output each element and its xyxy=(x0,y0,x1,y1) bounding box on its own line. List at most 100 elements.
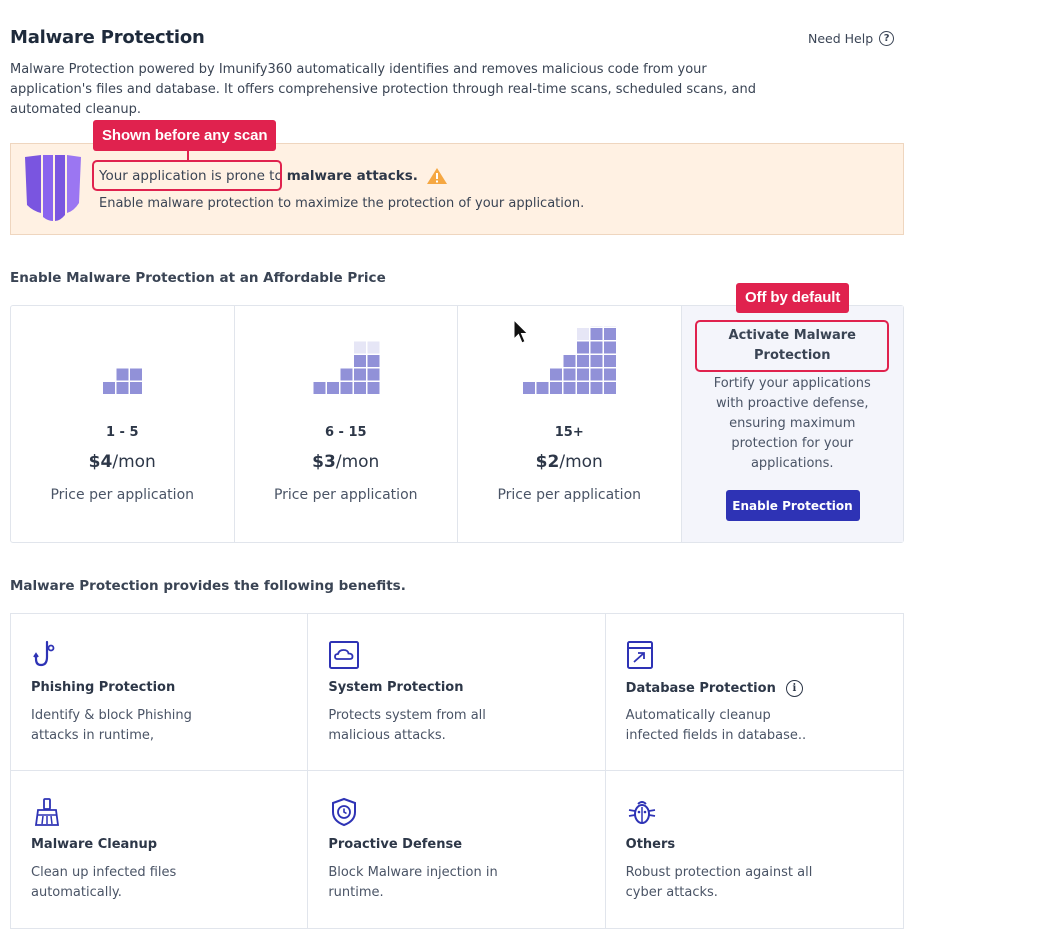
database-window-icon xyxy=(626,641,653,669)
cloud-window-icon xyxy=(329,641,360,669)
alert-subtext: Enable malware protection to maximize th… xyxy=(99,196,585,211)
bar-block xyxy=(523,382,535,394)
activate-description: Fortify your applications with proactive… xyxy=(713,376,871,471)
bar-block xyxy=(130,382,142,394)
bar-block xyxy=(116,368,129,381)
bar-block xyxy=(563,355,576,367)
tier-price: $4/mon xyxy=(11,452,234,472)
pricing-tier-1: 1 - 5 $4/mon Price per application xyxy=(11,306,235,542)
benefits-section-title: Malware Protection provides the followin… xyxy=(10,578,406,594)
benefit-title-text: Phishing Protection xyxy=(31,680,176,695)
tier-range: 6 - 15 xyxy=(324,425,367,440)
bar-block xyxy=(130,368,142,381)
bar-block xyxy=(590,382,603,394)
mouse-cursor-icon xyxy=(513,319,529,344)
highlight-box-activate xyxy=(695,320,889,372)
benefit-title: System Protection xyxy=(328,680,463,695)
hook-icon xyxy=(33,640,55,667)
benefit-description: Automatically cleanup infected fields in… xyxy=(625,708,807,743)
bar-block xyxy=(577,382,589,394)
bar-block xyxy=(340,382,352,394)
shield-icon xyxy=(25,155,81,221)
tier-range: 1 - 5 xyxy=(105,425,139,440)
bars-large-icon xyxy=(523,326,616,394)
bar-block xyxy=(367,341,379,354)
need-help-label: Need Help xyxy=(808,31,874,46)
benefit-description: Protects system from all malicious attac… xyxy=(328,708,486,743)
benefit-description: Clean up infected files automatically. xyxy=(31,865,177,900)
benefit-title-text: Proactive Defense xyxy=(328,837,463,852)
intro-text: Malware Protection powered by Imunify360… xyxy=(10,62,757,117)
bar-block xyxy=(577,328,589,340)
pricing-tier-2: 6 - 15 $3/mon Price per application xyxy=(235,306,458,542)
bar-block xyxy=(550,382,562,394)
bar-block xyxy=(590,328,603,340)
bar-block xyxy=(313,382,325,394)
broom-icon xyxy=(34,798,60,826)
bar-block xyxy=(367,355,379,367)
benefit-title: Phishing Protection xyxy=(31,680,175,695)
bar-block xyxy=(604,368,616,381)
bar-block xyxy=(604,382,616,394)
bar-block xyxy=(367,368,379,381)
bar-block xyxy=(563,382,576,394)
benefit-card-proactive: Proactive Defense Block Malware injectio… xyxy=(308,771,606,928)
tier-range: 15+ xyxy=(554,425,584,440)
benefit-title-text: Database Protection xyxy=(625,681,776,696)
tier-price-amount: $3 xyxy=(312,452,336,472)
bar-block xyxy=(536,382,549,394)
benefit-title-text: Malware Cleanup xyxy=(31,837,158,852)
need-help-link[interactable]: Need Help ? xyxy=(808,31,895,46)
bar-block xyxy=(590,326,603,327)
benefit-description: Robust protection against all cyber atta… xyxy=(625,865,813,900)
callout-stem xyxy=(187,150,189,161)
bar-block xyxy=(590,368,603,381)
page-title: Malware Protection xyxy=(10,27,205,48)
enable-protection-button[interactable]: Enable Protection xyxy=(725,490,860,521)
bar-block xyxy=(550,368,562,381)
tier-price-note: Price per application xyxy=(50,487,195,503)
benefit-description: Block Malware injection in runtime. xyxy=(328,865,498,900)
benefit-description: Identify & block Phishing attacks in run… xyxy=(31,708,192,743)
tier-price-unit: /mon xyxy=(559,452,603,472)
bars-small-icon xyxy=(103,368,142,394)
benefit-card-phishing: Phishing Protection Identify & block Phi… xyxy=(11,614,309,771)
bar-block xyxy=(116,382,129,394)
bar-block xyxy=(353,341,366,354)
bar-block xyxy=(577,368,589,381)
benefit-title: Proactive Defense xyxy=(328,837,462,852)
bar-block xyxy=(604,341,616,354)
tier-price-unit: /mon xyxy=(112,452,156,472)
benefit-card-system: System Protection Protects system from a… xyxy=(308,614,606,771)
tier-price-amount: $4 xyxy=(88,452,113,472)
bar-block xyxy=(563,368,576,381)
bar-block xyxy=(590,341,603,354)
benefit-title: Database Protection i xyxy=(626,680,803,697)
tier-price-unit: /mon xyxy=(335,452,380,472)
tier-price: $3/mon xyxy=(235,452,458,472)
shield-clock-icon xyxy=(332,797,357,827)
tier-price: $2/mon xyxy=(458,452,681,472)
tier-price-note: Price per application xyxy=(497,487,642,503)
callout-before-scan: Shown before any scan xyxy=(93,120,277,151)
question-circle-icon: ? xyxy=(879,31,895,46)
tier-price-amount: $2 xyxy=(535,452,560,472)
bars-medium-icon xyxy=(313,341,379,394)
benefit-title-text: Others xyxy=(625,837,676,852)
callout-off-default: Off by default xyxy=(736,283,850,313)
warning-triangle-icon xyxy=(426,168,447,184)
benefit-card-others: Others Robust protection against all cyb… xyxy=(606,771,903,928)
bar-block xyxy=(590,355,603,367)
benefit-title-text: System Protection xyxy=(328,680,464,695)
pricing-tier-3: 15+ $2/mon Price per application xyxy=(458,306,682,542)
bar-block xyxy=(103,382,115,394)
bar-block xyxy=(353,355,366,367)
bar-block xyxy=(577,341,589,354)
bar-block xyxy=(326,382,339,394)
benefit-title: Malware Cleanup xyxy=(31,837,157,852)
benefit-card-cleanup: Malware Cleanup Clean up infected files … xyxy=(11,771,309,928)
bar-block xyxy=(604,326,616,327)
benefit-title: Others xyxy=(626,837,676,852)
bar-block xyxy=(604,328,616,340)
info-circle-icon[interactable]: i xyxy=(785,680,803,697)
